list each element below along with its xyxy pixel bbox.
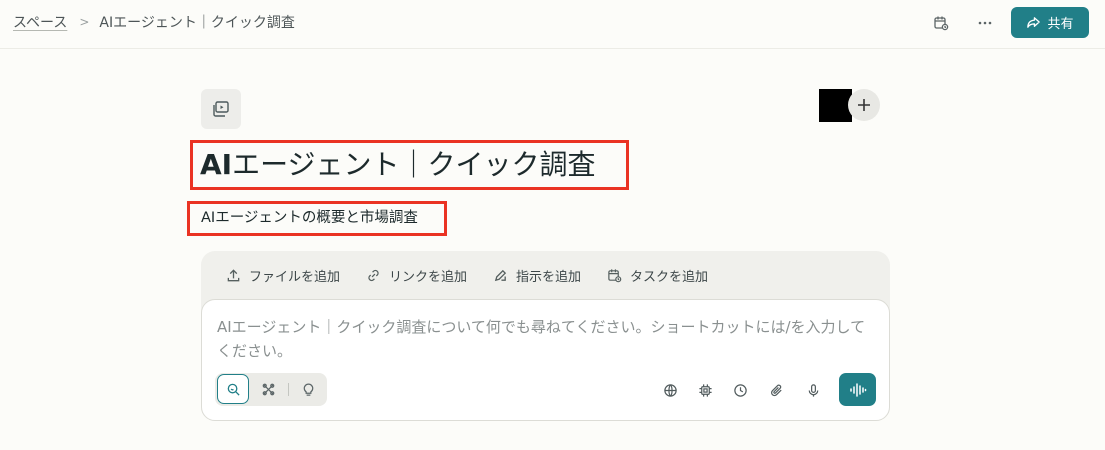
voice-mode-button[interactable]: [839, 373, 876, 406]
mode-selector: [215, 373, 327, 406]
plus-icon: [858, 99, 870, 111]
query-placeholder: AIエージェント｜クイック調査について何でも尋ねてください。ショートカットには/…: [217, 318, 866, 360]
link-icon: [368, 269, 379, 281]
upload-icon: [227, 268, 240, 281]
microphone-icon[interactable]: [802, 379, 824, 401]
add-file-button[interactable]: ファイルを追加: [226, 266, 340, 285]
research-mode-icon: [262, 383, 274, 395]
composer: ファイルを追加 リンクを追加 指示を追加 タスクを追加 AIエージェント｜クイッ…: [201, 251, 890, 421]
lab-mode-icon: [303, 383, 313, 396]
add-instruction-button[interactable]: 指示を追加: [493, 266, 581, 285]
page-title-bold: AI: [200, 148, 233, 181]
search-mode-icon: [227, 383, 240, 396]
breadcrumb-separator: >: [79, 15, 90, 29]
chip-icon[interactable]: [694, 379, 716, 401]
share-label: 共有: [1047, 17, 1074, 32]
research-mode-button[interactable]: [252, 374, 284, 404]
breadcrumb-current: AIエージェント｜クイック調査: [99, 15, 295, 31]
mode-divider: [288, 383, 289, 396]
attach-icon[interactable]: [765, 379, 787, 401]
query-input[interactable]: AIエージェント｜クイック調査について何でも尋ねてください。ショートカットには/…: [201, 299, 890, 421]
add-link-label: リンクを追加: [389, 269, 468, 285]
add-instruction-label: 指示を追加: [516, 269, 582, 285]
task-calendar-icon: [608, 268, 622, 282]
globe-icon[interactable]: [659, 379, 681, 401]
more-icon[interactable]: [974, 12, 996, 34]
add-file-label: ファイルを追加: [249, 269, 341, 285]
add-task-button[interactable]: タスクを追加: [607, 266, 708, 285]
top-bar: スペース > AIエージェント｜クイック調査 共有: [0, 0, 1105, 49]
page-title-rest: エージェント｜クイック調査: [232, 148, 596, 181]
add-member-button[interactable]: [848, 89, 880, 121]
share-button[interactable]: 共有: [1011, 7, 1089, 38]
page-description[interactable]: AIエージェントの概要と市場調査: [201, 206, 418, 230]
voice-waveform-icon: [849, 382, 866, 397]
breadcrumb-space-link[interactable]: スペース: [13, 12, 67, 32]
composer-actions: ファイルを追加 リンクを追加 指示を追加 タスクを追加: [201, 251, 890, 299]
lab-mode-button[interactable]: [292, 374, 324, 404]
space-gallery-icon[interactable]: [201, 89, 241, 129]
clock-icon[interactable]: [729, 379, 751, 401]
share-icon: [1027, 17, 1041, 28]
breadcrumb: スペース > AIエージェント｜クイック調査: [13, 12, 295, 32]
add-task-label: タスクを追加: [630, 269, 709, 285]
add-link-button[interactable]: リンクを追加: [366, 266, 467, 285]
edit-icon: [494, 269, 507, 281]
page-title[interactable]: AIエージェント｜クイック調査: [200, 142, 596, 188]
calendar-clock-icon[interactable]: [930, 12, 952, 34]
search-mode-button[interactable]: [217, 374, 249, 404]
